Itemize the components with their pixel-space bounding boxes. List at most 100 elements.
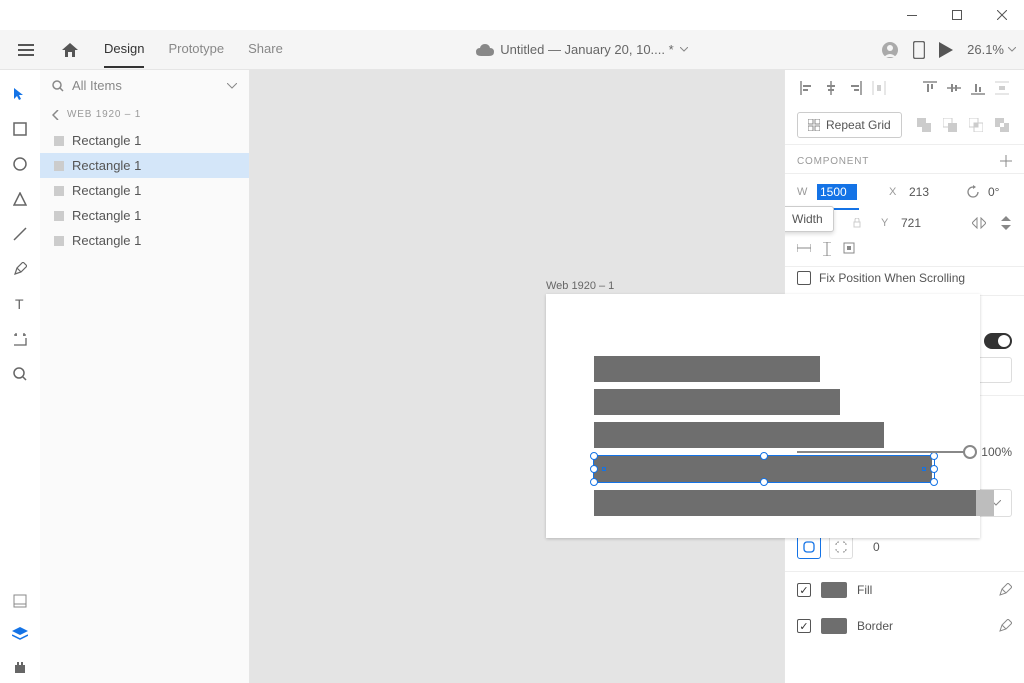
layer-name: Rectangle 1 <box>72 208 141 223</box>
flip-vertical-icon[interactable] <box>1000 216 1012 230</box>
rectangle-tool[interactable] <box>0 111 40 146</box>
play-icon[interactable] <box>939 42 953 58</box>
topbar: Design Prototype Share Untitled — Januar… <box>0 30 1024 70</box>
opacity-slider[interactable] <box>797 451 971 453</box>
x-input[interactable]: 213 <box>909 185 949 199</box>
align-bottom-icon[interactable] <box>968 78 988 98</box>
rotate-icon[interactable] <box>966 185 980 199</box>
rectangle-icon <box>54 186 64 196</box>
ellipse-tool[interactable] <box>0 146 40 181</box>
pen-tool[interactable] <box>0 251 40 286</box>
window-titlebar <box>0 0 1024 30</box>
subtract-boolean-icon[interactable] <box>940 115 960 135</box>
chevron-down-icon <box>227 83 237 89</box>
repeat-grid-button[interactable]: Repeat Grid <box>797 112 902 138</box>
rectangle-overflow <box>976 490 994 516</box>
layers-breadcrumb[interactable]: WEB 1920 – 1 <box>40 101 249 128</box>
flip-horizontal-icon[interactable] <box>972 217 986 229</box>
line-tool[interactable] <box>0 216 40 251</box>
checkbox[interactable] <box>797 271 811 285</box>
tab-prototype[interactable]: Prototype <box>168 31 224 68</box>
rectangle[interactable] <box>594 456 932 482</box>
scroll-vertical-icon[interactable] <box>821 242 833 256</box>
align-right-icon[interactable] <box>845 78 865 98</box>
zoom-value: 26.1% <box>967 42 1004 57</box>
corner-radius-input[interactable]: 0 <box>873 540 880 554</box>
home-button[interactable] <box>52 37 88 63</box>
opacity-value: 100% <box>981 445 1012 459</box>
align-controls <box>785 70 1024 106</box>
layer-item[interactable]: Rectangle 1 <box>40 128 249 153</box>
repeat-grid-label: Repeat Grid <box>826 118 891 132</box>
minimize-button[interactable] <box>889 0 934 30</box>
maximize-button[interactable] <box>934 0 979 30</box>
align-left-icon[interactable] <box>797 78 817 98</box>
responsive-toggle[interactable] <box>984 333 1012 349</box>
text-tool[interactable]: T <box>0 286 40 321</box>
layer-item[interactable]: Rectangle 1 <box>40 203 249 228</box>
distribute-v-icon[interactable] <box>992 78 1012 98</box>
artboard-tool[interactable] <box>0 321 40 356</box>
width-label: W <box>797 186 809 198</box>
transform-section: W 1500 X 213 0° H Y 721 Width <box>785 174 1024 267</box>
topbar-right: 26.1% <box>881 41 1016 59</box>
zoom-control[interactable]: 26.1% <box>967 42 1016 57</box>
scroll-both-icon[interactable] <box>843 242 855 256</box>
add-component-icon[interactable] <box>1000 155 1012 167</box>
polygon-tool[interactable] <box>0 181 40 216</box>
corner-same-button[interactable] <box>797 535 821 559</box>
eyedropper-icon[interactable] <box>998 619 1012 633</box>
lock-aspect-icon[interactable] <box>853 218 861 228</box>
device-preview-icon[interactable] <box>913 41 925 59</box>
distribute-h-icon[interactable] <box>869 78 889 98</box>
fill-checkbox[interactable] <box>797 583 811 597</box>
document-title[interactable]: Untitled — January 20, 10.... * <box>283 42 881 57</box>
fix-position-row[interactable]: Fix Position When Scrolling <box>785 267 1024 296</box>
border-label: Border <box>857 619 893 633</box>
border-checkbox[interactable] <box>797 619 811 633</box>
rectangle[interactable] <box>594 422 884 448</box>
align-center-h-icon[interactable] <box>821 78 841 98</box>
svg-text:T: T <box>15 297 24 311</box>
rotation-input[interactable]: 0° <box>988 185 1012 199</box>
layer-name: Rectangle 1 <box>72 233 141 248</box>
assets-panel-icon[interactable] <box>0 584 40 617</box>
user-icon[interactable] <box>881 41 899 59</box>
width-input[interactable]: 1500 <box>817 184 857 200</box>
layer-item[interactable]: Rectangle 1 <box>40 153 249 178</box>
rectangle-icon <box>54 236 64 246</box>
align-middle-icon[interactable] <box>944 78 964 98</box>
plugins-panel-icon[interactable] <box>0 650 40 683</box>
tab-design[interactable]: Design <box>104 31 144 68</box>
border-swatch[interactable] <box>821 618 847 634</box>
align-top-icon[interactable] <box>920 78 940 98</box>
fill-swatch[interactable] <box>821 582 847 598</box>
zoom-tool[interactable] <box>0 356 40 391</box>
canvas[interactable]: Web 1920 – 1 <box>250 70 784 683</box>
width-tooltip: Width <box>784 206 834 232</box>
artboard-label[interactable]: Web 1920 – 1 <box>546 280 614 292</box>
layer-name: Rectangle 1 <box>72 158 141 173</box>
exclude-boolean-icon[interactable] <box>992 115 1012 135</box>
artboard[interactable] <box>546 294 980 538</box>
corner-independent-button[interactable] <box>829 535 853 559</box>
y-input[interactable]: 721 <box>901 216 941 230</box>
layers-panel-icon[interactable] <box>0 617 40 650</box>
rectangle-icon <box>54 211 64 221</box>
menu-button[interactable] <box>8 38 44 62</box>
layer-item[interactable]: Rectangle 1 <box>40 228 249 253</box>
scroll-horizontal-icon[interactable] <box>797 242 811 256</box>
repeat-grid-row: Repeat Grid <box>785 106 1024 145</box>
close-button[interactable] <box>979 0 1024 30</box>
select-tool[interactable] <box>0 76 40 111</box>
rectangle[interactable] <box>594 490 976 516</box>
layers-search[interactable]: All Items <box>40 70 249 101</box>
add-boolean-icon[interactable] <box>914 115 934 135</box>
section-label: COMPONENT <box>797 156 869 167</box>
eyedropper-icon[interactable] <box>998 583 1012 597</box>
layer-item[interactable]: Rectangle 1 <box>40 178 249 203</box>
tab-share[interactable]: Share <box>248 31 283 68</box>
rectangle[interactable] <box>594 389 840 415</box>
intersect-boolean-icon[interactable] <box>966 115 986 135</box>
rectangle[interactable] <box>594 356 820 382</box>
